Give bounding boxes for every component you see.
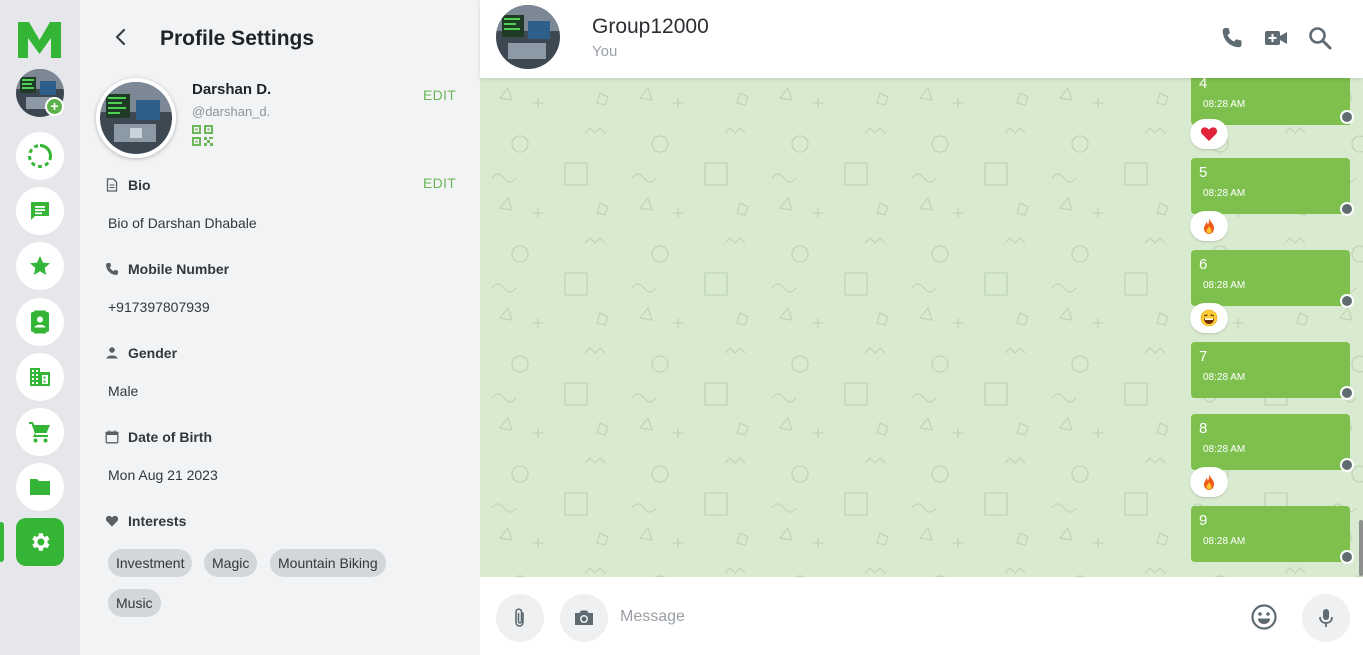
- rail-business-button[interactable]: [16, 353, 64, 401]
- fire-emoji-icon: [1204, 218, 1214, 234]
- laughing-emoji-icon: [1200, 309, 1218, 327]
- group-avatar[interactable]: [496, 5, 560, 69]
- message-text: 5: [1199, 164, 1208, 181]
- message-text: 4: [1199, 78, 1208, 92]
- edit-bio-link[interactable]: EDIT: [423, 175, 456, 191]
- message-text: 8: [1199, 420, 1208, 437]
- chat-subtitle: You: [592, 43, 618, 60]
- bio-label: Bio: [128, 177, 151, 193]
- rail-status-button[interactable]: [16, 132, 64, 180]
- back-arrow-icon[interactable]: [110, 26, 132, 48]
- paperclip-icon: [515, 608, 524, 627]
- message-bubble[interactable]: 8 08:28 AM: [1191, 414, 1350, 470]
- calendar-icon: [105, 430, 119, 444]
- voice-message-button[interactable]: [1302, 594, 1350, 642]
- rail-files-button[interactable]: [16, 463, 64, 511]
- message-bubble[interactable]: 6 08:28 AM: [1191, 250, 1350, 306]
- read-status-dot: [1340, 386, 1354, 400]
- message-time: 08:28 AM: [1203, 372, 1246, 383]
- message-text: 7: [1199, 348, 1208, 365]
- gear-icon: [32, 533, 50, 551]
- message-time: 08:28 AM: [1203, 444, 1246, 455]
- cart-icon: [29, 422, 50, 443]
- read-status-dot: [1340, 110, 1354, 124]
- status-ring-icon: [28, 144, 52, 168]
- message-bubble[interactable]: 5 08:28 AM: [1191, 158, 1350, 214]
- read-status-dot: [1340, 550, 1354, 564]
- interest-chip[interactable]: Music: [108, 589, 161, 617]
- interests-label: Interests: [128, 513, 187, 529]
- interest-chip[interactable]: Investment: [108, 549, 193, 577]
- heart-emoji-icon: [1200, 127, 1218, 141]
- profile-handle: @darshan_d.: [192, 104, 271, 119]
- edit-profile-link[interactable]: EDIT: [423, 87, 456, 103]
- rail-starred-button[interactable]: [16, 242, 64, 290]
- dob-value: Mon Aug 21 2023: [108, 467, 218, 483]
- scrollbar-thumb[interactable]: [1359, 520, 1363, 576]
- fire-emoji-icon: [1204, 474, 1214, 490]
- camera-icon: [575, 610, 593, 625]
- message-composer: [480, 577, 1363, 655]
- phone-call-icon[interactable]: [1219, 25, 1245, 51]
- profile-name: Darshan D.: [192, 81, 272, 98]
- active-indicator: [0, 522, 4, 562]
- message-time: 08:28 AM: [1203, 280, 1246, 291]
- read-status-dot: [1340, 202, 1354, 216]
- read-status-dot: [1340, 458, 1354, 472]
- reaction-badge[interactable]: [1190, 467, 1228, 497]
- message-bubble[interactable]: 4 08:28 AM: [1191, 78, 1350, 125]
- phone-icon: [106, 263, 118, 275]
- bio-value: Bio of Darshan Dhabale: [108, 215, 257, 231]
- message-text: 9: [1199, 512, 1208, 529]
- attach-button[interactable]: [496, 594, 544, 642]
- read-status-dot: [1340, 294, 1354, 308]
- qr-code-icon[interactable]: [192, 125, 213, 146]
- reaction-badge[interactable]: [1190, 303, 1228, 333]
- emoji-icon[interactable]: [1248, 601, 1280, 633]
- interest-chip[interactable]: Mountain Biking: [270, 549, 386, 577]
- rail-chats-button[interactable]: [16, 187, 64, 235]
- chat-header: Group12000 You: [480, 0, 1363, 78]
- document-icon: [106, 178, 118, 192]
- message-time: 08:28 AM: [1203, 99, 1246, 110]
- reaction-badge[interactable]: [1190, 119, 1228, 149]
- message-input[interactable]: [620, 602, 1220, 632]
- message-text: 6: [1199, 256, 1208, 273]
- heart-icon: [105, 515, 119, 527]
- person-icon: [106, 347, 118, 359]
- add-status-icon[interactable]: +: [45, 97, 64, 116]
- gender-label: Gender: [128, 345, 178, 361]
- mobile-value: +917397807939: [108, 299, 210, 315]
- chat-title: Group12000: [592, 15, 709, 38]
- video-call-icon[interactable]: [1263, 25, 1289, 51]
- message-bubble[interactable]: 9 08:28 AM: [1191, 506, 1350, 562]
- chat-background-pattern: [480, 78, 1363, 577]
- rail-shop-button[interactable]: [16, 408, 64, 456]
- profile-settings-panel: Profile Settings Darshan D. @darshan_d.: [80, 0, 480, 655]
- message-time: 08:28 AM: [1203, 188, 1246, 199]
- building-icon: [30, 368, 50, 386]
- profile-avatar[interactable]: [96, 78, 176, 158]
- message-bubble[interactable]: 7 08:28 AM: [1191, 342, 1350, 398]
- microphone-icon: [1319, 609, 1333, 627]
- app-logo[interactable]: [17, 21, 62, 59]
- message-list[interactable]: 4 08:28 AM 5 08:28 AM 6 08:28 AM 7 08:28…: [480, 78, 1363, 577]
- app-rail: +: [0, 0, 80, 655]
- dob-label: Date of Birth: [128, 429, 212, 445]
- reaction-badge[interactable]: [1190, 211, 1228, 241]
- chat-bubble-icon: [31, 202, 49, 220]
- search-icon[interactable]: [1307, 25, 1333, 51]
- page-title: Profile Settings: [160, 27, 315, 50]
- star-icon: [30, 256, 50, 275]
- camera-button[interactable]: [560, 594, 608, 642]
- mobile-label: Mobile Number: [128, 261, 230, 277]
- gender-value: Male: [108, 383, 139, 399]
- interest-chip[interactable]: Magic: [204, 549, 258, 577]
- message-time: 08:28 AM: [1203, 536, 1246, 547]
- folder-icon: [30, 479, 50, 495]
- rail-contacts-button[interactable]: [16, 298, 64, 346]
- contact-card-icon: [31, 310, 49, 334]
- rail-settings-button[interactable]: [16, 518, 64, 566]
